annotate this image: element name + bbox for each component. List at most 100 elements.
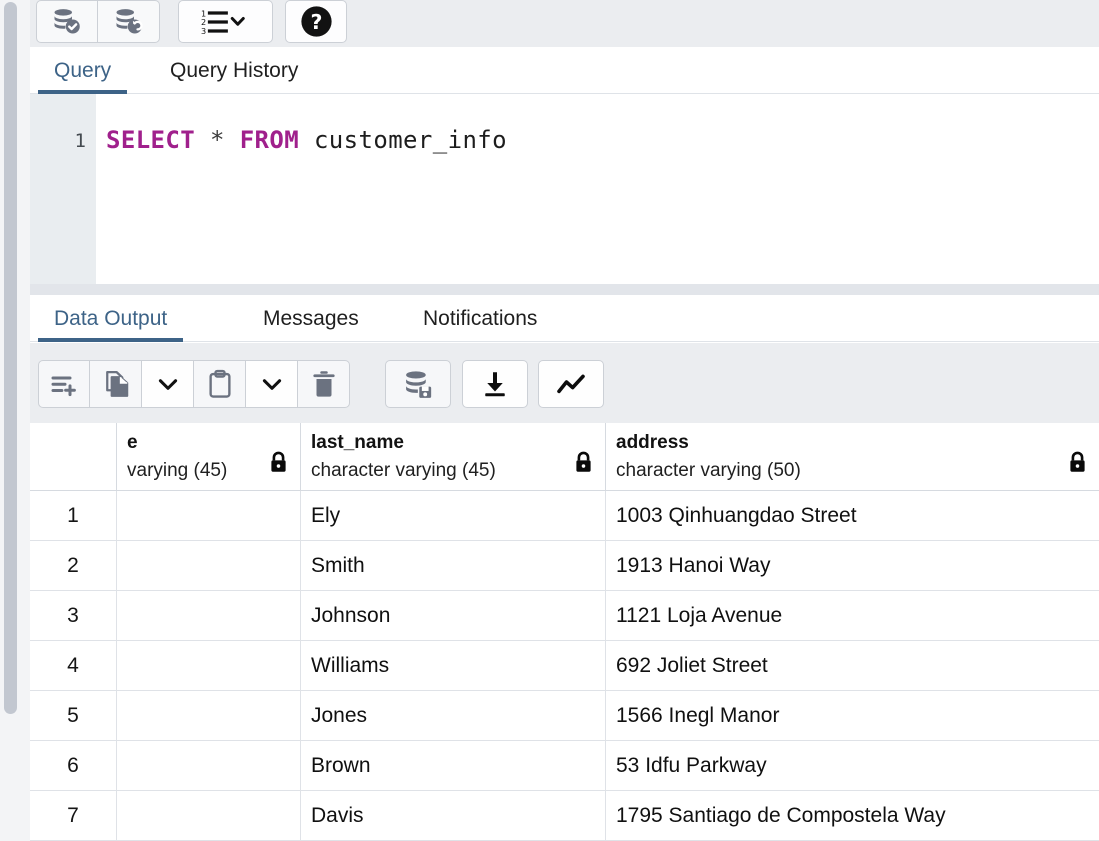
table-row[interactable]: 2 Smith 1913 Hanoi Way xyxy=(30,541,1099,591)
grid-header-rownum xyxy=(30,423,117,490)
cell-clipped-column[interactable] xyxy=(117,541,301,590)
cell-address[interactable]: 1566 Inegl Manor xyxy=(606,691,1099,740)
grid-header-row: e varying (45) last_name character varyi… xyxy=(30,423,1099,491)
paste-button[interactable] xyxy=(194,360,246,408)
database-rollback-icon xyxy=(116,8,143,33)
sql-space-3 xyxy=(299,126,314,154)
tab-query-history-label: Query History xyxy=(170,59,299,82)
download-csv-button[interactable] xyxy=(462,360,528,408)
cell-last-name[interactable]: Williams xyxy=(301,641,606,690)
tab-data-output[interactable]: Data Output xyxy=(38,295,184,342)
grid-header-column-address[interactable]: address character varying (50) xyxy=(606,423,1099,490)
tab-query-label: Query xyxy=(54,59,112,82)
tab-query[interactable]: Query xyxy=(38,47,128,94)
cell-address[interactable]: 1913 Hanoi Way xyxy=(606,541,1099,590)
cell-last-name[interactable]: Smith xyxy=(301,541,606,590)
lock-icon xyxy=(1070,451,1085,472)
tab-notifications-label: Notifications xyxy=(423,307,538,330)
chevron-down-icon xyxy=(262,379,281,390)
cell-last-name[interactable]: Davis xyxy=(301,791,606,840)
cell-address[interactable]: 1003 Qinhuangdao Street xyxy=(606,491,1099,540)
save-data-group xyxy=(385,360,451,408)
grid-header-column-clipped[interactable]: e varying (45) xyxy=(117,423,301,490)
lock-icon xyxy=(271,451,286,472)
cell-address[interactable]: 53 Idfu Parkway xyxy=(606,741,1099,790)
cell-clipped-column[interactable] xyxy=(117,691,301,740)
numbered-list-dropdown-button[interactable]: 1 2 3 xyxy=(178,0,273,43)
svg-text:?: ? xyxy=(310,10,322,34)
cell-address[interactable]: 1121 Loja Avenue xyxy=(606,591,1099,640)
list-plus-icon xyxy=(51,376,76,397)
row-edit-button-group xyxy=(38,360,350,408)
tab-messages[interactable]: Messages xyxy=(247,295,375,342)
page-vertical-scrollbar-track[interactable] xyxy=(0,0,22,841)
copy-options-button[interactable] xyxy=(142,360,194,408)
download-group xyxy=(462,360,528,408)
data-output-grid: e varying (45) last_name character varyi… xyxy=(30,423,1099,841)
line-chart-icon xyxy=(557,374,585,394)
question-circle-icon: ? xyxy=(300,6,332,37)
editor-line-number-gutter: 1 xyxy=(30,94,96,284)
graph-group xyxy=(538,360,604,408)
panel-edge-strip xyxy=(22,0,30,841)
transaction-button-group xyxy=(36,0,160,43)
copy-button[interactable] xyxy=(90,360,142,408)
rollback-button[interactable] xyxy=(98,0,160,43)
delete-row-button[interactable] xyxy=(298,360,350,408)
cell-clipped-column[interactable] xyxy=(117,641,301,690)
row-number[interactable]: 6 xyxy=(30,741,117,790)
row-number[interactable]: 3 xyxy=(30,591,117,640)
row-number[interactable]: 5 xyxy=(30,691,117,740)
trash-icon xyxy=(312,371,335,397)
cell-address[interactable]: 692 Joliet Street xyxy=(606,641,1099,690)
cell-clipped-column[interactable] xyxy=(117,791,301,840)
cell-clipped-column[interactable] xyxy=(117,491,301,540)
graph-visualiser-button[interactable] xyxy=(538,360,604,408)
sql-keyword-from: FROM xyxy=(239,126,300,154)
table-row[interactable]: 4 Williams 692 Joliet Street xyxy=(30,641,1099,691)
tab-query-history[interactable]: Query History xyxy=(154,47,314,94)
cell-last-name[interactable]: Brown xyxy=(301,741,606,790)
sql-code-line-1[interactable]: SELECT * FROM customer_info xyxy=(106,126,507,154)
add-row-button[interactable] xyxy=(38,360,90,408)
output-panel-tabbar: Data Output Messages Notifications xyxy=(30,295,1099,342)
save-data-changes-button[interactable] xyxy=(385,360,451,408)
page-vertical-scrollbar-thumb[interactable] xyxy=(4,2,17,714)
tab-notifications[interactable]: Notifications xyxy=(407,295,553,342)
row-number[interactable]: 7 xyxy=(30,791,117,840)
table-row[interactable]: 6 Brown 53 Idfu Parkway xyxy=(30,741,1099,791)
table-row[interactable]: 7 Davis 1795 Santiago de Compostela Way xyxy=(30,791,1099,841)
download-icon xyxy=(485,372,505,397)
row-number[interactable]: 2 xyxy=(30,541,117,590)
sql-keyword-select: SELECT xyxy=(106,126,196,154)
numbered-list-chevron-icon: 1 2 3 xyxy=(201,8,245,35)
tab-data-output-label: Data Output xyxy=(54,307,168,330)
row-number[interactable]: 4 xyxy=(30,641,117,690)
cell-last-name[interactable]: Johnson xyxy=(301,591,606,640)
explain-options-group: 1 2 3 xyxy=(178,0,273,43)
cell-address[interactable]: 1795 Santiago de Compostela Way xyxy=(606,791,1099,840)
table-row[interactable]: 1 Ely 1003 Qinhuangdao Street xyxy=(30,491,1099,541)
help-button[interactable]: ? xyxy=(285,0,347,43)
cell-clipped-column[interactable] xyxy=(117,741,301,790)
row-number[interactable]: 1 xyxy=(30,491,117,540)
table-row[interactable]: 5 Jones 1566 Inegl Manor xyxy=(30,691,1099,741)
grid-header-column-last-name[interactable]: last_name character varying (45) xyxy=(301,423,606,490)
cell-last-name[interactable]: Ely xyxy=(301,491,606,540)
paste-options-button[interactable] xyxy=(246,360,298,408)
pane-splitter[interactable] xyxy=(30,284,1099,295)
chevron-down-icon xyxy=(158,379,177,390)
copy-icon xyxy=(105,371,128,397)
cell-last-name[interactable]: Jones xyxy=(301,691,606,740)
table-row[interactable]: 3 Johnson 1121 Loja Avenue xyxy=(30,591,1099,641)
sql-table-identifier: customer_info xyxy=(313,126,507,154)
query-panel-tabbar: Query Query History xyxy=(30,47,1099,94)
sql-editor[interactable]: 1 SELECT * FROM customer_info xyxy=(30,94,1099,284)
line-number-1: 1 xyxy=(74,130,86,152)
data-output-toolbar xyxy=(30,343,1099,423)
database-save-icon xyxy=(405,370,431,398)
query-tool-toolbar: 1 2 3 ? xyxy=(30,0,1099,47)
lock-icon xyxy=(576,451,591,472)
cell-clipped-column[interactable] xyxy=(117,591,301,640)
commit-button[interactable] xyxy=(36,0,98,43)
